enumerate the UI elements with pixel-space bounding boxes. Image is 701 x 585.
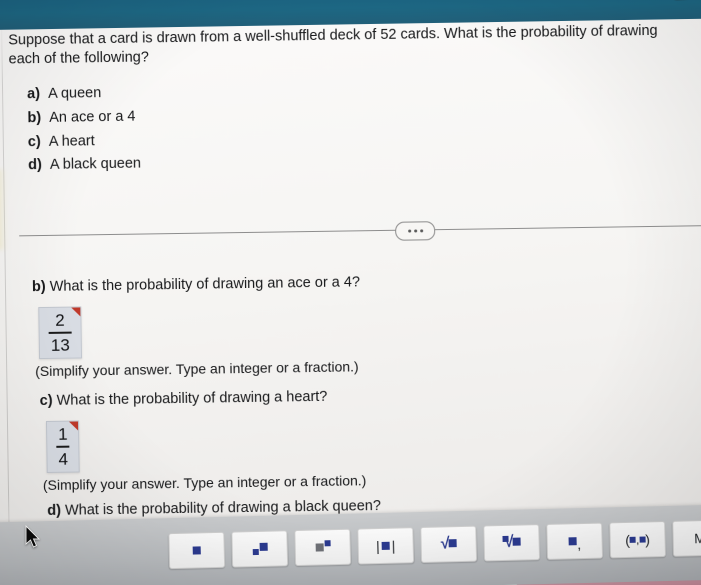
fraction-key[interactable]	[168, 531, 226, 570]
choice-text-a: A queen	[47, 85, 102, 103]
exercise-content: Suppose that a card is drawn from a well…	[8, 21, 701, 583]
choice-letter-a: a)	[26, 86, 41, 103]
part-b-text: What is the probability of drawing an ac…	[49, 274, 361, 295]
divider-line	[19, 224, 701, 237]
nth-slot-icon	[512, 537, 521, 546]
part-c-denominator: 4	[58, 449, 69, 469]
choice-letter-c: c)	[27, 133, 41, 150]
part-c-numerator: 1	[58, 424, 68, 444]
part-c-letter: c)	[39, 392, 53, 410]
sqrt-slot-icon	[448, 539, 457, 548]
mixed-glyph-b-icon	[259, 542, 268, 551]
flag-icon	[71, 307, 81, 317]
part-c: c) What is the probability of drawing a …	[14, 384, 675, 493]
fraction-bar	[56, 445, 70, 448]
mouse-pointer-icon	[25, 525, 41, 548]
part-d-letter: d)	[47, 502, 62, 519]
abs-left-bar-icon: |	[375, 537, 380, 555]
more-options-pill[interactable]	[395, 221, 436, 241]
fraction-glyph-icon	[192, 546, 201, 555]
choice-text-c: A heart	[48, 132, 95, 150]
choice-text-b: An ace or a 4	[49, 108, 136, 126]
abs-slot-icon	[381, 541, 390, 550]
part-b-denominator: 13	[50, 335, 70, 355]
section-divider	[19, 213, 701, 248]
dot-2	[413, 229, 417, 233]
part-b-question: b) What is the probability of drawing an…	[32, 270, 672, 295]
subscript-slot-icon	[568, 537, 577, 546]
mixed-number-key[interactable]	[231, 530, 289, 568]
dot-1	[407, 229, 411, 233]
part-b: b) What is the probability of drawing an…	[12, 270, 673, 379]
fraction-bar	[48, 331, 72, 334]
part-c-answer-row: 1 4	[45, 412, 675, 473]
absolute-value-key[interactable]: | |	[357, 527, 415, 565]
dot-3	[419, 229, 423, 233]
part-c-question: c) What is the probability of drawing a …	[40, 384, 674, 409]
part-b-answer-row: 2 13	[38, 298, 673, 359]
paper-tint	[0, 169, 8, 250]
choice-letter-b: b)	[27, 109, 42, 127]
part-b-letter: b)	[31, 278, 46, 296]
part-c-answer-box[interactable]: 1 4	[45, 420, 81, 473]
exercise-page: Suppose that a card is drawn from a well…	[0, 8, 701, 583]
exponent-base-icon	[315, 543, 324, 552]
comma-glyph-icon: ,	[577, 536, 582, 553]
more-key[interactable]: More	[672, 519, 701, 557]
math-key-row: | | √ √ , ( , ) More	[168, 519, 701, 570]
abs-right-bar-icon: |	[391, 537, 396, 554]
choice-letter-d: d)	[28, 157, 42, 174]
screenshot-root: Suppose that a card is drawn from a well…	[0, 0, 701, 585]
choices-list: a) A queen b) An ace or a 4 c) A heart d…	[27, 73, 701, 178]
exponent-power-icon	[324, 539, 331, 546]
mixed-glyph-a-icon	[252, 548, 259, 555]
paren-right-icon: )	[645, 531, 651, 548]
subscript-key[interactable]: ,	[546, 522, 604, 560]
nth-root-key[interactable]: √	[483, 524, 541, 562]
flag-icon	[69, 421, 79, 431]
question-prompt: Suppose that a card is drawn from a well…	[8, 22, 658, 68]
interval-key[interactable]: ( , )	[609, 521, 667, 559]
exponent-key[interactable]	[294, 528, 352, 567]
choice-text-d: A black queen	[49, 155, 142, 174]
square-root-key[interactable]: √	[420, 525, 478, 563]
part-b-answer-box[interactable]: 2 13	[38, 306, 82, 359]
part-b-numerator: 2	[55, 310, 65, 330]
part-c-text: What is the probability of drawing a hea…	[56, 388, 328, 409]
